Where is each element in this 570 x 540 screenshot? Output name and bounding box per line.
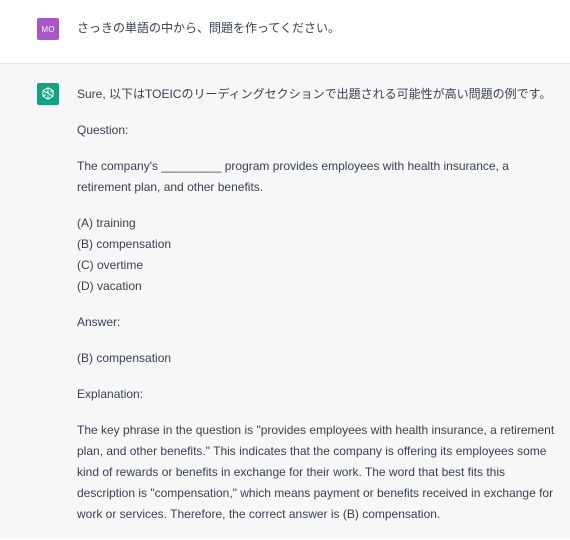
answer-text: (B) compensation	[77, 351, 172, 365]
user-message-row: MO さっきの単語の中から、問題を作ってください。	[0, 0, 570, 64]
option-b: (B) compensation	[77, 237, 172, 251]
intro-text: Sure, 以下はTOEICのリーディングセクションで出題される可能性が高い問題…	[77, 87, 552, 101]
explanation-text: The key phrase in the question is "provi…	[77, 423, 555, 521]
openai-logo-icon	[42, 87, 54, 100]
answer-label: Answer:	[77, 315, 121, 329]
option-d: (D) vacation	[77, 279, 142, 293]
answer-options: (A) training (B) compensation (C) overti…	[77, 213, 562, 297]
option-a: (A) training	[77, 216, 136, 230]
question-label: Question:	[77, 123, 129, 137]
explanation-label: Explanation:	[77, 387, 144, 401]
user-avatar: MO	[37, 18, 59, 40]
user-message-text: さっきの単語の中から、問題を作ってください。	[77, 21, 341, 35]
question-text: The company's _________ program provides…	[77, 159, 509, 194]
assistant-message-text: Sure, 以下はTOEICのリーディングセクションで出題される可能性が高い問題…	[77, 84, 562, 540]
assistant-message-row: Sure, 以下はTOEICのリーディングセクションで出題される可能性が高い問題…	[0, 64, 570, 538]
option-c: (C) overtime	[77, 258, 144, 272]
assistant-avatar	[37, 83, 59, 105]
